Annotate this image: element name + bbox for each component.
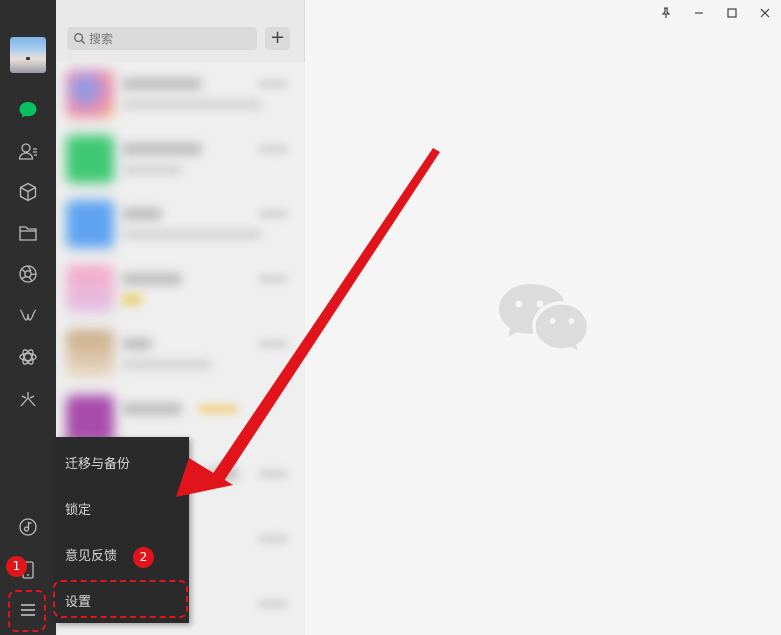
search-box[interactable] xyxy=(67,27,257,50)
menu-button-highlight xyxy=(8,590,46,632)
cube-icon[interactable] xyxy=(14,178,42,206)
list-item[interactable] xyxy=(58,322,311,387)
look-icon[interactable] xyxy=(14,385,42,413)
step-badge-1: 1 xyxy=(6,556,27,577)
list-item[interactable] xyxy=(58,62,311,127)
music-icon[interactable] xyxy=(14,513,42,541)
menu-item-feedback[interactable]: 意见反馈 xyxy=(55,531,189,577)
settings-highlight xyxy=(53,580,188,618)
search-input[interactable] xyxy=(89,30,249,47)
avatar[interactable] xyxy=(10,37,46,73)
wechat-logo-icon xyxy=(499,284,589,354)
wechat-window: + xyxy=(0,0,781,635)
list-item[interactable] xyxy=(58,257,311,322)
search-icon xyxy=(74,33,86,45)
pin-icon[interactable] xyxy=(655,4,677,22)
step-badge-2: 2 xyxy=(133,547,154,568)
close-icon[interactable] xyxy=(754,4,776,22)
add-button[interactable]: + xyxy=(265,27,290,50)
maximize-icon[interactable] xyxy=(721,4,743,22)
chat-content-area xyxy=(305,0,781,635)
list-item[interactable] xyxy=(58,192,311,257)
moments-icon[interactable] xyxy=(14,260,42,288)
chat-icon[interactable] xyxy=(14,96,42,124)
folder-icon[interactable] xyxy=(14,219,42,247)
menu-item-migrate-backup[interactable]: 迁移与备份 xyxy=(55,439,189,485)
mini-programs-icon[interactable] xyxy=(14,343,42,371)
menu-item-lock[interactable]: 锁定 xyxy=(55,485,189,531)
list-item[interactable] xyxy=(58,127,311,192)
minimize-icon[interactable] xyxy=(688,4,710,22)
contacts-icon[interactable] xyxy=(14,137,42,165)
sidebar xyxy=(0,0,56,635)
channels-icon[interactable] xyxy=(14,302,42,330)
